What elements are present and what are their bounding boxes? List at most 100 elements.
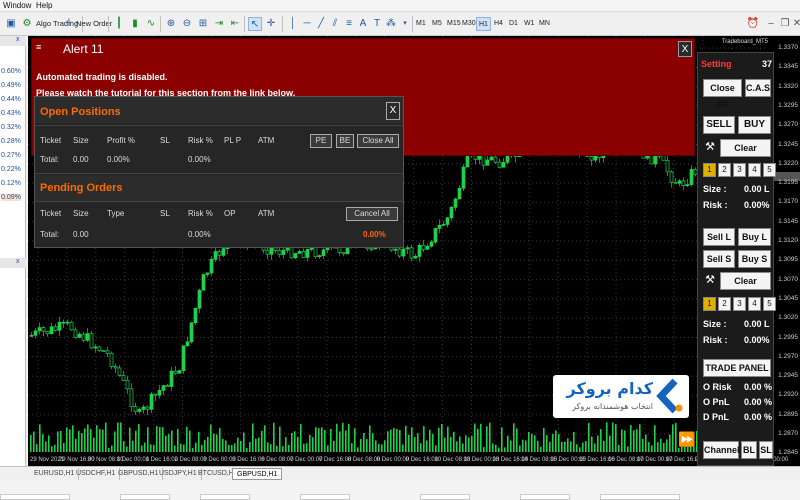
timeframe-d1[interactable]: D1 (507, 17, 520, 31)
zoom-in-icon[interactable]: ⊕ (164, 17, 178, 31)
cas-button[interactable]: C.A.S (745, 79, 771, 97)
timeframe-m30[interactable]: M30 (460, 17, 478, 31)
buy-button[interactable]: BUY (738, 116, 771, 134)
price-tick: 1.2845 (778, 449, 798, 457)
bar-chart-icon[interactable]: ┃ (112, 17, 126, 31)
pending-orders-title: Pending Orders (40, 182, 123, 194)
lot-option-3[interactable]: 3 (733, 163, 746, 177)
cancel-all-button[interactable]: Cancel All (346, 207, 398, 221)
alarm-icon[interactable]: ⏰ (746, 17, 760, 31)
close-all-button[interactable]: Close All (357, 134, 399, 148)
panel-header: x (0, 36, 26, 46)
tools-icon[interactable]: ⚒ (703, 273, 717, 289)
lot-option-4[interactable]: 4 (748, 163, 761, 177)
market-value: 0.43% (1, 110, 21, 117)
status-cell (600, 494, 680, 500)
timeframe-m1[interactable]: M1 (414, 17, 428, 31)
total-profit: 0.00% (107, 155, 130, 164)
new-order-icon[interactable]: ＋ (62, 17, 76, 31)
text-icon[interactable]: A (356, 17, 370, 31)
market-value: 0.09% (1, 194, 21, 201)
chart-shift-icon[interactable]: ⇤ (228, 17, 242, 31)
column-op: OP (224, 209, 236, 218)
timeframe-mn[interactable]: MN (537, 17, 552, 31)
column-atm: ATM (258, 209, 275, 218)
crosshair-icon[interactable]: ✛ (264, 17, 278, 31)
label-icon[interactable]: T (370, 17, 384, 31)
lot-option-4[interactable]: 4 (748, 297, 761, 311)
menu-bar: Window Help (0, 0, 800, 12)
shapes-icon[interactable]: ⁂ (384, 17, 398, 31)
risk-label: Risk : (703, 335, 728, 345)
d-pnl-label: D PnL (703, 412, 729, 422)
d-pnl-value: 0.00 % (744, 412, 773, 422)
column-sl: SL (160, 209, 170, 218)
channel-icon[interactable]: ⫽ (328, 17, 342, 31)
vertical-line-icon[interactable]: │ (286, 17, 300, 31)
lot-option-1[interactable]: 1 (703, 163, 716, 177)
candlestick-icon[interactable]: ▮ (128, 17, 142, 31)
price-tick: 1.3270 (778, 121, 798, 129)
panel-header: x (0, 258, 26, 268)
risk-value: 0.00% (744, 335, 770, 345)
lot-option-5[interactable]: 5 (763, 163, 776, 177)
autoscroll-icon[interactable]: ⇥ (212, 17, 226, 31)
sell-limit-button[interactable]: Sell L (703, 228, 735, 246)
chevron-down-icon[interactable]: ▾ (398, 17, 412, 31)
total-risk: 0.00% (188, 155, 211, 164)
grid-icon[interactable]: ⊞ (196, 17, 210, 31)
time-tick: 3 Dec 16:00 (232, 457, 265, 463)
fibonacci-icon[interactable]: ≡ (342, 17, 356, 31)
close-icon[interactable]: x (16, 258, 20, 265)
lot-option-5[interactable]: 5 (763, 297, 776, 311)
chart-indicator-label: Tradeboard_MT5 (721, 39, 768, 45)
lot-option-2[interactable]: 2 (718, 297, 731, 311)
o-risk-label: O Risk (703, 382, 732, 392)
status-bar (0, 480, 800, 500)
timeframe-w1[interactable]: W1 (522, 17, 537, 31)
timeframe-m5[interactable]: M5 (430, 17, 444, 31)
menu-help[interactable]: Help (36, 1, 52, 10)
be-button[interactable]: BE (336, 134, 354, 148)
market-value: 0.27% (1, 152, 21, 159)
sl-button[interactable]: SL (759, 441, 773, 459)
scroll-end-icon[interactable]: ⏩ (678, 431, 695, 448)
timeframe-h4[interactable]: H4 (492, 17, 505, 31)
setting-label[interactable]: Setting (701, 59, 732, 69)
zoom-out-icon[interactable]: ⊖ (180, 17, 194, 31)
minimize-icon[interactable]: – (764, 17, 778, 31)
alert-close-button[interactable]: X (678, 41, 692, 57)
cursor-icon[interactable]: ↖ (248, 17, 262, 31)
close-icon[interactable]: x (16, 36, 20, 43)
pending-orders-header: Pending Orders (35, 175, 403, 201)
close-all-button[interactable]: Close All (703, 79, 742, 109)
risk-value: 0.00% (744, 200, 770, 210)
line-chart-icon[interactable]: ∿ (144, 17, 158, 31)
close-icon[interactable]: ✕ (790, 17, 800, 31)
clear-button[interactable]: Clear (720, 272, 771, 290)
buy-stop-button[interactable]: Buy S (738, 250, 771, 268)
algo-trading-icon[interactable]: ⚙ (20, 17, 34, 31)
sell-stop-button[interactable]: Sell S (703, 250, 735, 268)
horizontal-line-icon[interactable]: ─ (300, 17, 314, 31)
sell-button[interactable]: SELL (703, 116, 735, 134)
lot-option-2[interactable]: 2 (718, 163, 731, 177)
menu-window[interactable]: Window (3, 1, 31, 10)
lot-option-1[interactable]: 1 (703, 297, 716, 311)
tools-icon[interactable]: ⚒ (703, 140, 717, 156)
timeframe-h1[interactable]: H1 (476, 17, 491, 31)
trade-panel-button[interactable]: TRADE PANEL (703, 359, 771, 377)
volume-bars (30, 422, 767, 452)
clear-button[interactable]: Clear (720, 139, 771, 157)
channel-button[interactable]: Channel (703, 441, 740, 459)
total-risk: 0.00% (188, 230, 211, 239)
new-chart-icon[interactable]: ▣ (4, 17, 18, 31)
pe-button[interactable]: PE (310, 134, 332, 148)
panel-close-button[interactable]: X (386, 102, 400, 120)
bl-button[interactable]: BL (741, 441, 757, 459)
lot-option-3[interactable]: 3 (733, 297, 746, 311)
trendline-icon[interactable]: ╱ (314, 17, 328, 31)
buy-limit-button[interactable]: Buy L (738, 228, 771, 246)
tab-gbpusd-active[interactable]: GBPUSD,H1 (232, 468, 283, 480)
new-order-button[interactable]: New Order (76, 17, 112, 31)
